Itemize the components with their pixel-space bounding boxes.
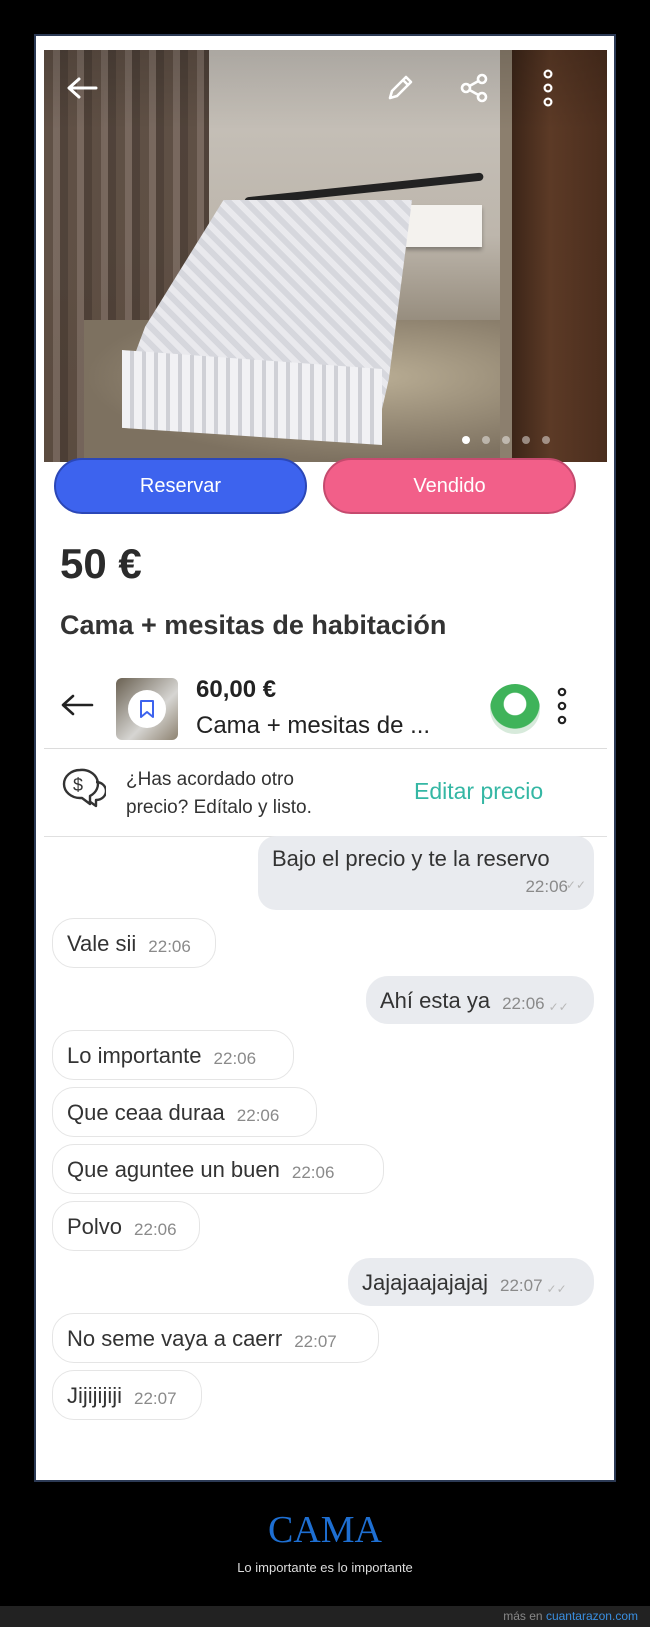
- read-check-icon: ✓✓: [548, 1000, 569, 1014]
- bookmark-icon: [128, 690, 166, 728]
- edit-price-link[interactable]: Editar precio: [414, 778, 543, 805]
- message-text: Jijijijiji: [67, 1383, 122, 1408]
- sent-message[interactable]: Jajajaajajajaj 22:07 ✓✓: [348, 1258, 594, 1306]
- message-time: 22:06: [502, 994, 545, 1013]
- item-thumbnail[interactable]: [116, 678, 178, 740]
- received-message[interactable]: Jijijijiji 22:07: [52, 1370, 202, 1420]
- message-text: Que aguntee un buen: [67, 1157, 280, 1182]
- read-check-icon: ✓✓: [565, 878, 586, 892]
- listing-price: 50 €: [60, 540, 142, 587]
- message-text: Jajajaajajajaj: [362, 1270, 488, 1295]
- message-text: Que ceaa duraa: [67, 1100, 225, 1125]
- back-arrow-icon[interactable]: [62, 68, 102, 108]
- chat-more-vertical-icon[interactable]: [556, 686, 568, 726]
- screenshot-frame: Reservar Vendido 50 € Cama + mesitas de …: [34, 34, 616, 1482]
- nightstand-right: [404, 205, 482, 247]
- share-icon[interactable]: [454, 68, 494, 108]
- received-message[interactable]: No seme vaya a caerr 22:07: [52, 1313, 379, 1363]
- sold-button[interactable]: Vendido: [323, 458, 576, 514]
- message-text: Polvo: [67, 1214, 123, 1239]
- message-time: 22:07: [499, 1276, 543, 1295]
- photo-overlay: [44, 50, 607, 130]
- message-text: Lo importante: [67, 1043, 202, 1068]
- pagination-dot[interactable]: [522, 436, 530, 444]
- sent-message[interactable]: Ahí esta ya 22:06 ✓✓: [366, 976, 594, 1024]
- price-chat-icon: $: [60, 766, 108, 822]
- received-message[interactable]: Vale sii 22:06: [52, 918, 216, 968]
- message-time: 22:06: [525, 877, 568, 896]
- listing-title: Cama + mesitas de habitación: [60, 610, 447, 640]
- svg-text:$: $: [73, 775, 83, 795]
- chat-item-title: Cama + mesitas de ...: [196, 712, 431, 739]
- photo-pagination: [462, 436, 550, 444]
- reserve-button[interactable]: Reservar: [54, 458, 307, 514]
- seller-avatar[interactable]: [490, 684, 540, 734]
- pagination-dot[interactable]: [542, 436, 550, 444]
- message-text: Ahí esta ya: [380, 988, 491, 1013]
- message-time: 22:06: [148, 937, 191, 956]
- chat-back-arrow-icon[interactable]: [60, 688, 94, 725]
- pagination-dot[interactable]: [462, 436, 470, 444]
- footer-site-link[interactable]: cuantarazon.com: [546, 1609, 638, 1623]
- message-time: 22:07: [294, 1332, 337, 1351]
- received-message[interactable]: Que ceaa duraa 22:06: [52, 1087, 317, 1137]
- message-time: 22:06: [134, 1220, 177, 1239]
- footer: más en cuantarazon.com: [0, 1606, 650, 1627]
- pagination-dot[interactable]: [482, 436, 490, 444]
- message-time: 22:07: [134, 1389, 177, 1408]
- message-text: No seme vaya a caerr: [67, 1326, 283, 1351]
- footer-prefix: más en: [503, 1609, 546, 1623]
- message-text: Vale sii: [67, 931, 137, 956]
- message-time: 22:06: [213, 1049, 257, 1068]
- message-time: 22:06: [236, 1106, 280, 1125]
- pagination-dot[interactable]: [502, 436, 510, 444]
- message-time: 22:06: [291, 1163, 335, 1182]
- received-message[interactable]: Que aguntee un buen 22:06: [52, 1144, 384, 1194]
- message-text: Bajo el precio y te la reservo: [272, 846, 550, 871]
- listing-photo[interactable]: [44, 50, 607, 462]
- price-edit-text: ¿Has acordado otro precio? Edítalo y lis…: [126, 769, 312, 818]
- chat-item-price: 60,00 €: [196, 676, 277, 703]
- caption-subtitle: Lo importante es lo importante: [237, 1560, 413, 1575]
- chat-header: 60,00 € Cama + mesitas de ...: [44, 668, 607, 749]
- caption-title: CAMA: [267, 1509, 383, 1551]
- read-check-icon: ✓✓: [546, 1282, 567, 1296]
- edit-pencil-icon[interactable]: [380, 68, 420, 108]
- footer-text: más en cuantarazon.com: [503, 1609, 638, 1623]
- received-message[interactable]: Polvo 22:06: [52, 1201, 200, 1251]
- received-message[interactable]: Lo importante 22:06: [52, 1030, 294, 1080]
- sent-message[interactable]: Bajo el precio y te la reservo 22:06 ✓✓: [258, 836, 594, 910]
- more-vertical-icon[interactable]: [528, 68, 568, 108]
- price-edit-banner: $ ¿Has acordado otro precio? Edítalo y l…: [44, 748, 607, 837]
